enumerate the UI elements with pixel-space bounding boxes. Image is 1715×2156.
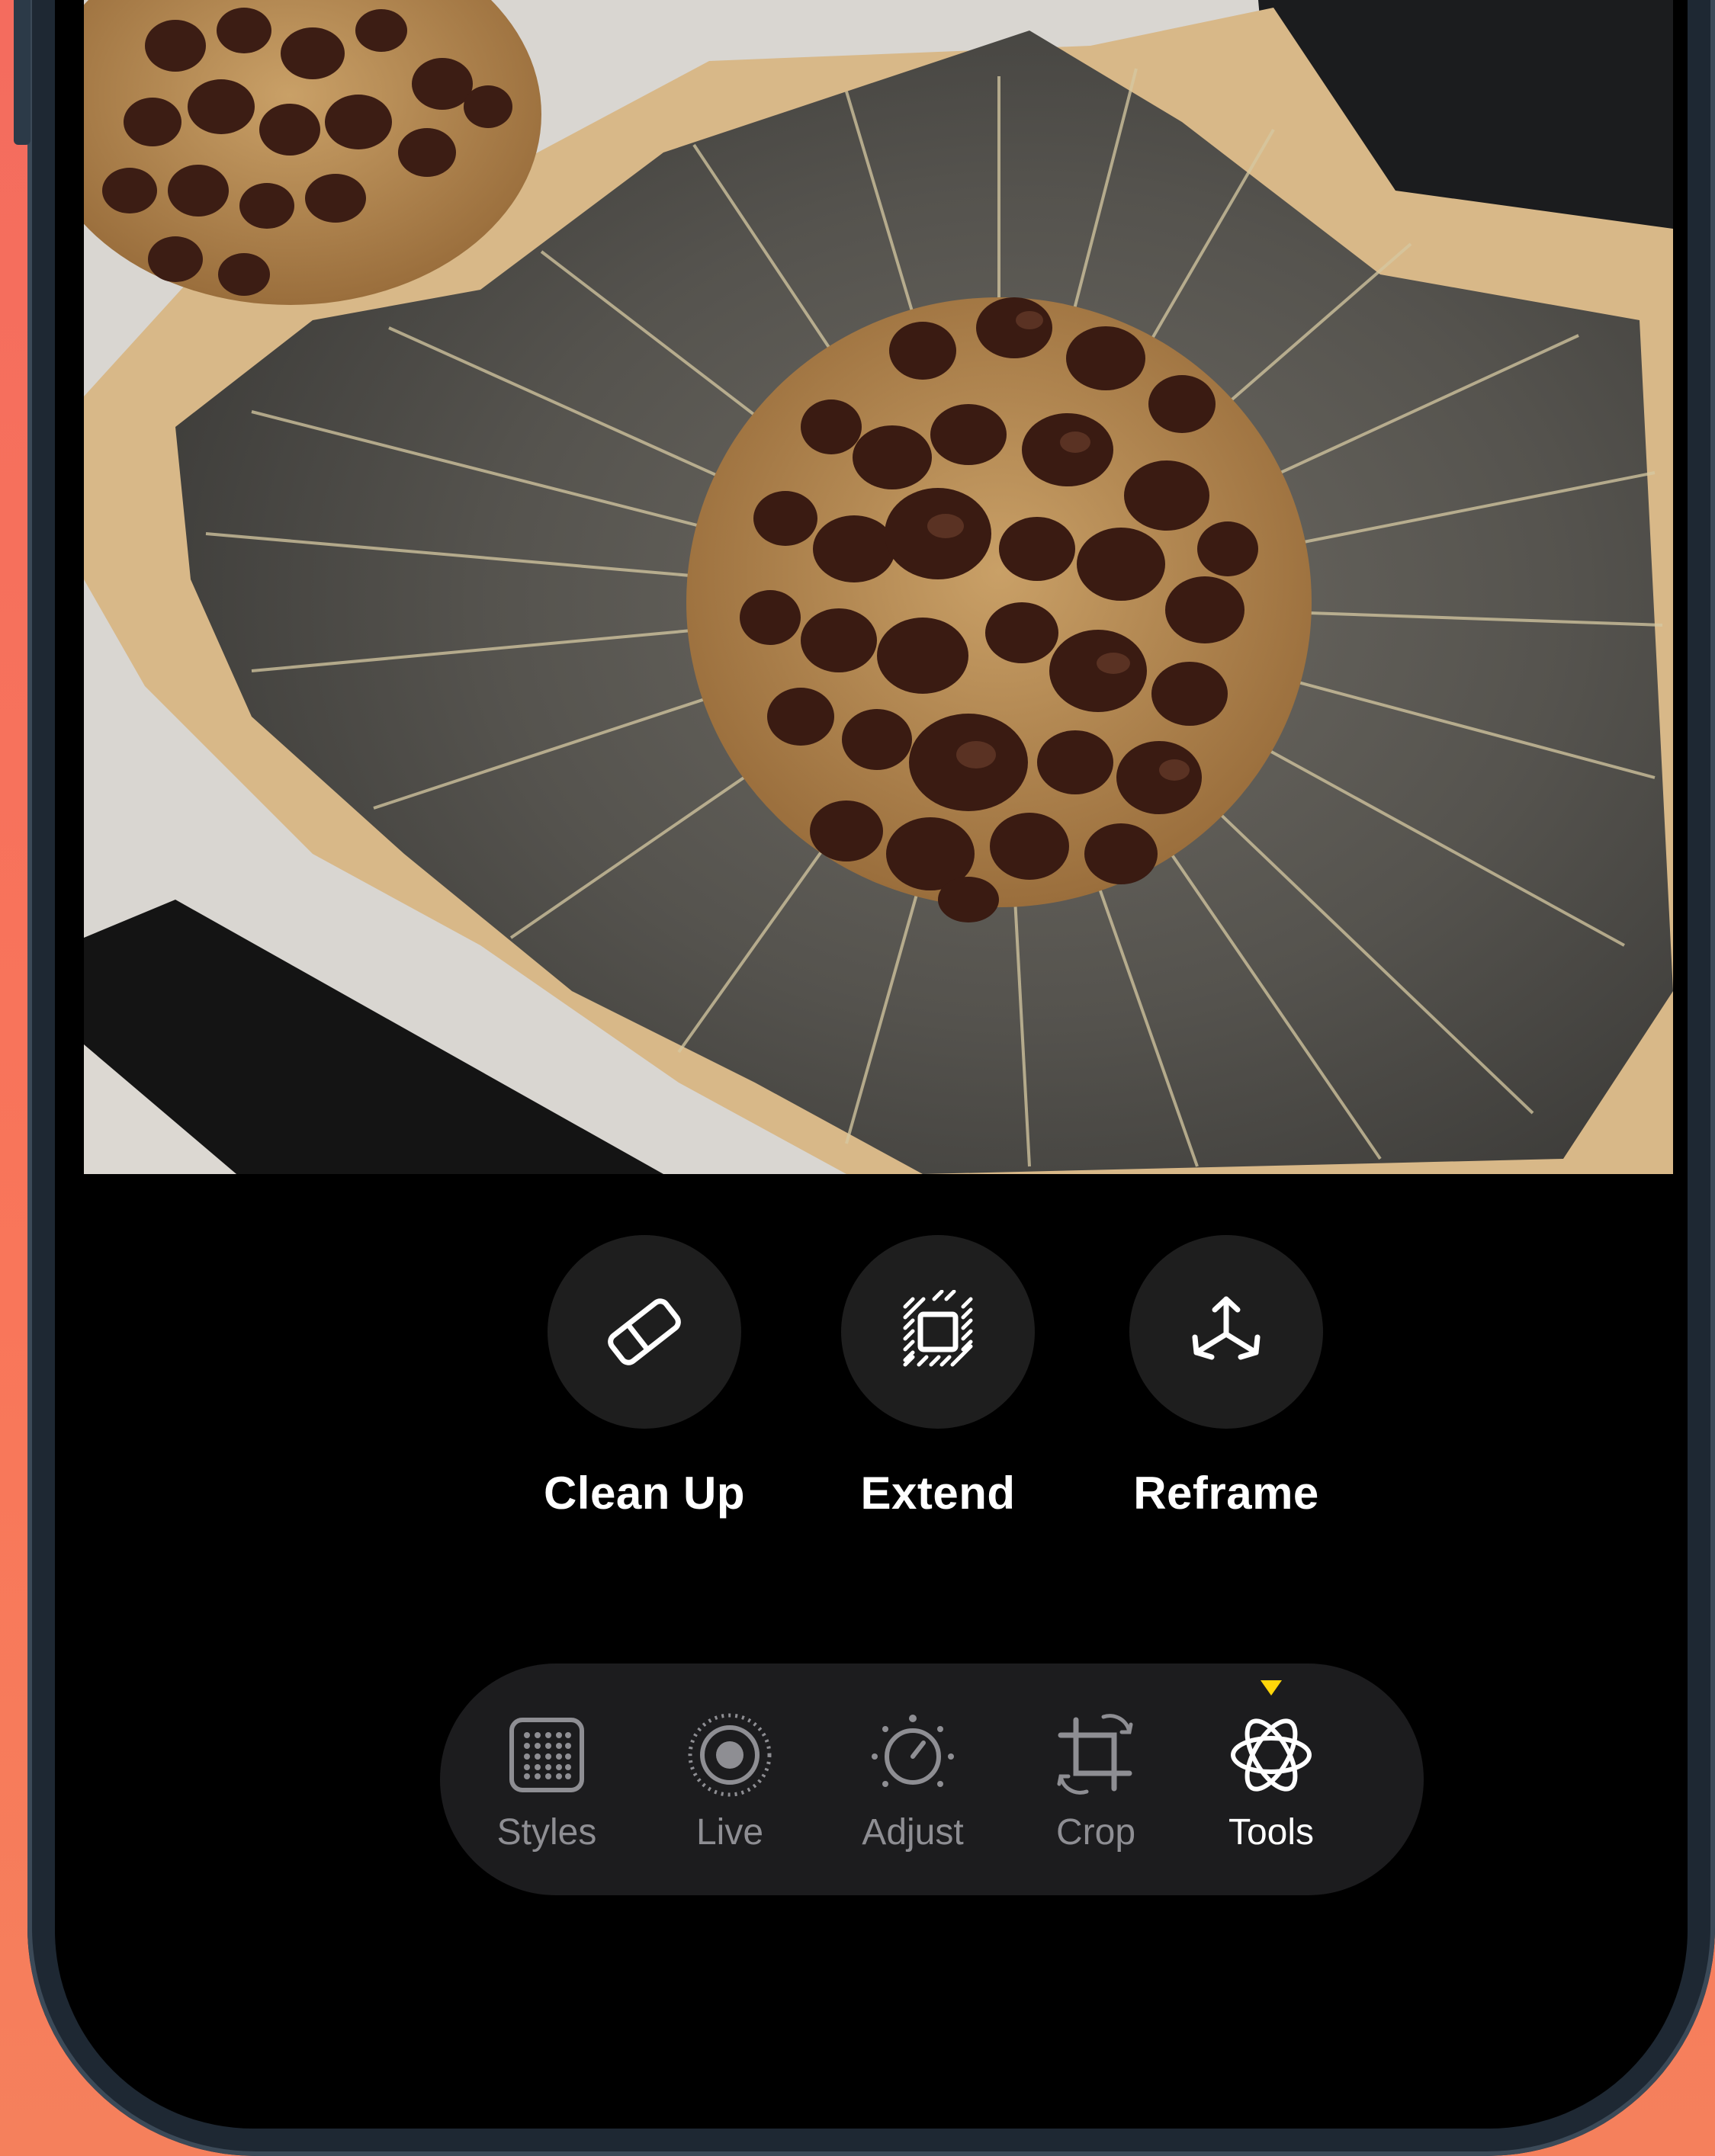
clean-up-label: Clean Up [543,1468,746,1519]
eraser-icon [608,1298,681,1365]
adjust-dial-icon [867,1709,959,1801]
tab-adjust-label: Adjust [862,1812,964,1853]
phone-screen: Clean Up Extend Reframe Styles Live Adju… [55,0,1688,2129]
extend-circle[interactable] [841,1235,1035,1429]
extend-label: Extend [860,1468,1016,1519]
tab-crop-label: Crop [1055,1812,1136,1853]
extend-frame-icon [903,1290,973,1367]
reframe-circle[interactable] [1129,1235,1323,1429]
editor-tab-bar: Styles Live Adjust Crop Tools [440,1664,1424,1895]
active-tab-indicator [1261,1680,1282,1696]
tab-crop[interactable]: Crop [1012,1664,1180,1895]
tab-live-label: Live [695,1812,764,1853]
crop-rotate-icon [1050,1709,1142,1801]
reframe-label: Reframe [1133,1468,1319,1519]
clean-up-button[interactable]: Clean Up [492,1235,797,1532]
phone-side-button [14,0,31,145]
live-photo-icon [684,1709,776,1801]
tab-styles[interactable]: Styles [463,1664,631,1895]
clean-up-circle[interactable] [548,1235,741,1429]
extend-button[interactable]: Extend [785,1235,1090,1532]
styles-grid-icon [501,1709,593,1801]
reframe-3d-icon [1192,1296,1261,1360]
photo-preview[interactable] [84,0,1673,1174]
tab-styles-label: Styles [496,1812,597,1853]
tab-tools[interactable]: Tools [1187,1664,1355,1895]
tab-live[interactable]: Live [646,1664,814,1895]
tools-sparkle-icon [1225,1709,1317,1801]
tab-adjust[interactable]: Adjust [829,1664,997,1895]
reframe-button[interactable]: Reframe [1074,1235,1379,1532]
cookie-photo [84,0,1673,1174]
tab-tools-label: Tools [1228,1812,1315,1853]
